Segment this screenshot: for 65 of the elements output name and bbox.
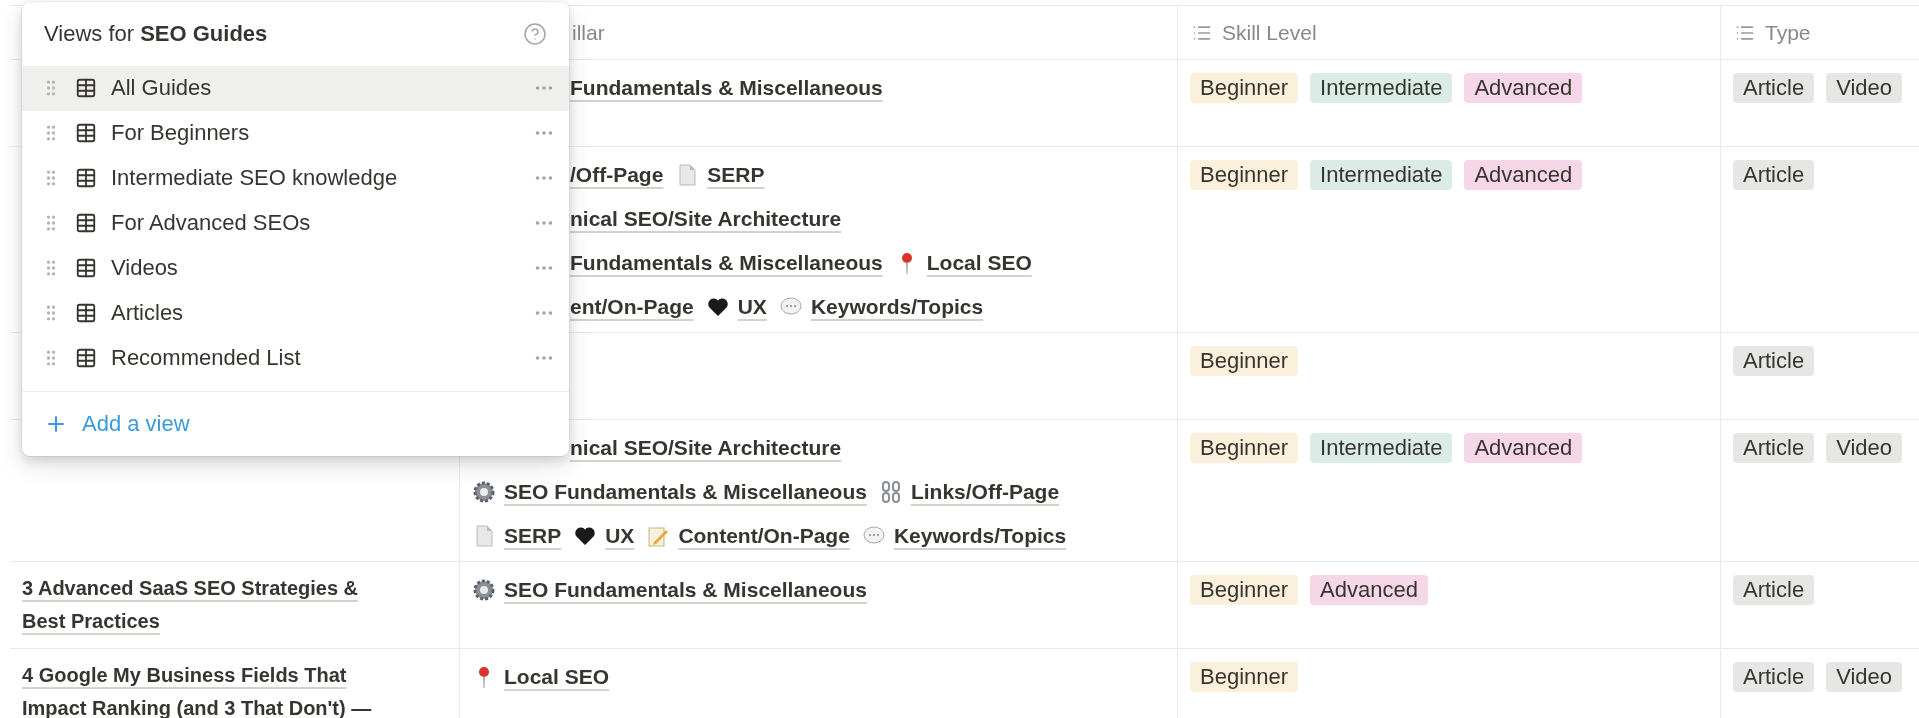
page-title-link[interactable]: 3 Advanced SaaS SEO Strategies & <box>22 572 359 605</box>
pillar-link[interactable]: nical SEO/Site Architecture <box>570 207 842 231</box>
pillar-link[interactable]: nical SEO/Site Architecture <box>570 436 842 460</box>
skill-tag: Advanced <box>1464 160 1583 190</box>
table-icon <box>75 346 97 369</box>
table-icon <box>75 301 97 324</box>
pillar-link[interactable]: Content/On-Page <box>678 524 850 548</box>
skill-tag: Beginner <box>1190 662 1299 692</box>
pillar-link[interactable]: SERP <box>707 163 765 187</box>
view-item[interactable]: All Guides <box>22 65 569 111</box>
skill-tag: Beginner <box>1190 346 1299 376</box>
column-header[interactable]: Type <box>1765 20 1811 45</box>
type-tag: Article <box>1733 575 1815 605</box>
table-icon <box>75 122 97 145</box>
pillar-link[interactable]: Fundamentals & Miscellaneous <box>570 76 883 100</box>
view-item[interactable]: Articles <box>22 290 569 336</box>
pillar-link[interactable]: Local SEO <box>504 665 610 689</box>
pillar-link[interactable]: Links/Off-Page <box>910 480 1060 504</box>
table-icon <box>75 167 97 190</box>
help-icon[interactable] <box>523 21 547 46</box>
gear-icon <box>472 578 496 602</box>
view-item[interactable]: Videos <box>22 245 569 291</box>
table-icon <box>75 256 97 279</box>
column-header[interactable]: Skill Level <box>1222 20 1317 45</box>
table-icon <box>75 77 97 100</box>
view-item[interactable]: Intermediate SEO knowledge <box>22 155 569 201</box>
pillar-link[interactable]: UX <box>737 295 767 319</box>
pillar-link[interactable]: Keywords/Topics <box>810 295 984 319</box>
skill-tag: Beginner <box>1190 575 1299 605</box>
pillar-link[interactable]: ent/On-Page <box>570 295 694 319</box>
skill-tag: Advanced <box>1464 73 1583 103</box>
skill-tag: Beginner <box>1190 433 1299 463</box>
type-tag: Article <box>1733 433 1815 463</box>
view-item[interactable]: For Beginners <box>22 110 569 156</box>
menu-title: Views for SEO Guides <box>44 20 268 47</box>
type-tag: Article <box>1733 346 1815 376</box>
pillar-link[interactable]: Local SEO <box>926 251 1032 275</box>
type-tag: Article <box>1733 73 1815 103</box>
pillar-link[interactable]: SEO Fundamentals & Miscellaneous <box>504 578 867 602</box>
pillar-link[interactable]: /Off-Page <box>570 163 664 187</box>
pillar-link[interactable]: SEO Fundamentals & Miscellaneous <box>504 480 867 504</box>
skill-tag: Advanced <box>1310 575 1428 605</box>
type-tag: Article <box>1733 160 1815 190</box>
skill-tag: Beginner <box>1190 160 1299 190</box>
view-item[interactable]: Recommended List <box>22 335 569 381</box>
type-tag: Video <box>1826 662 1902 692</box>
table-icon <box>75 212 97 235</box>
pillar-link[interactable]: UX <box>605 524 635 548</box>
skill-tag: Intermediate <box>1310 73 1453 103</box>
view-item[interactable]: For Advanced SEOs <box>22 200 569 246</box>
skill-tag: Intermediate <box>1310 433 1453 463</box>
type-tag: Video <box>1826 73 1902 103</box>
type-tag: Video <box>1826 433 1902 463</box>
skill-tag: Beginner <box>1190 73 1299 103</box>
page-title-link[interactable]: 4 Google My Business Fields That <box>22 659 347 692</box>
skill-tag: Intermediate <box>1310 160 1453 190</box>
pillar-link[interactable]: Fundamentals & Miscellaneous <box>570 251 883 275</box>
type-tag: Article <box>1733 662 1815 692</box>
pillar-link[interactable]: Keywords/Topics <box>893 524 1067 548</box>
page-title-link[interactable]: Best Practices <box>22 605 160 638</box>
gear-icon <box>472 480 496 504</box>
skill-tag: Advanced <box>1464 433 1583 463</box>
memo-icon <box>646 524 671 548</box>
column-header[interactable]: illar <box>572 20 605 45</box>
pillar-link[interactable]: SERP <box>504 524 562 548</box>
